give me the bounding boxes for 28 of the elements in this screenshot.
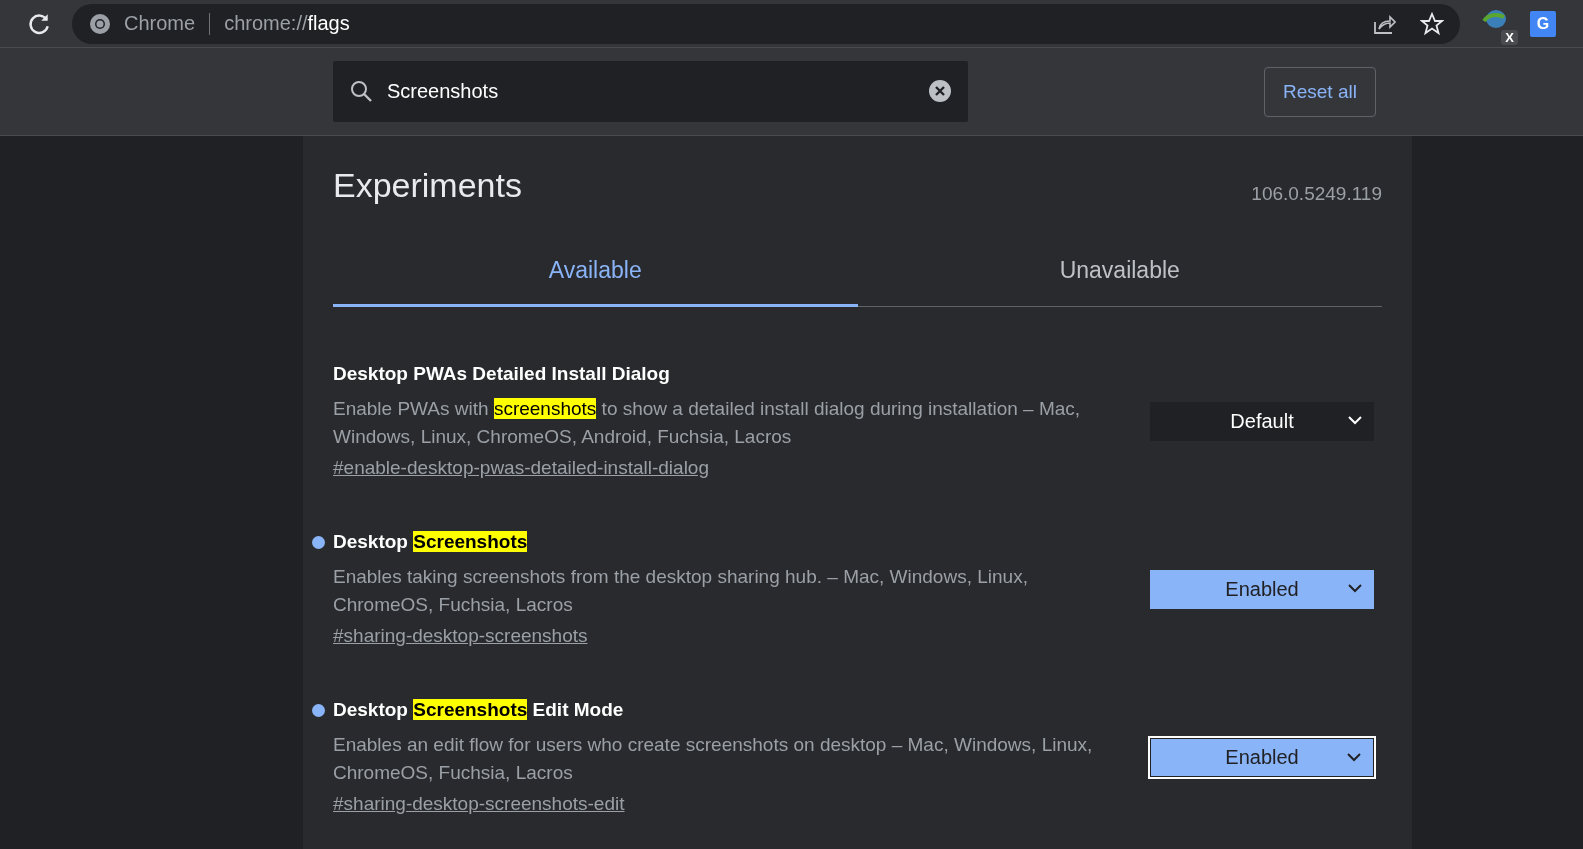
page-title: Experiments xyxy=(333,166,522,205)
url-text: chrome://flags xyxy=(224,12,350,35)
chrome-logo-icon xyxy=(88,11,112,36)
clear-icon[interactable] xyxy=(928,79,952,103)
flag-link[interactable]: #sharing-desktop-screenshots xyxy=(333,625,588,647)
chevron-down-icon xyxy=(1347,751,1361,762)
reset-all-button[interactable]: Reset all xyxy=(1264,66,1376,117)
flag-dropdown[interactable]: Enabled xyxy=(1150,569,1374,609)
tab[interactable]: Available xyxy=(333,239,858,307)
translate-icon[interactable]: G xyxy=(1530,10,1556,37)
flag-link[interactable]: #enable-desktop-pwas-detailed-install-dialog xyxy=(333,457,709,479)
chevron-down-icon xyxy=(1348,414,1362,425)
flag-dropdown[interactable]: Enabled xyxy=(1150,737,1374,777)
flag-description: Enable PWAs with screenshots to show a detailed install dialog during installation – Mac, Windows, Linux, ChromeOS, Android, Fuchsia, Lacros xyxy=(333,397,1082,449)
flag-description: Enables taking screenshots from the desktop sharing hub. – Mac, Windows, Linux, ChromeOS, Fuchsia, Lacros xyxy=(333,565,1029,617)
flag-title: Desktop Screenshots xyxy=(333,531,529,553)
flag-link[interactable]: #sharing-desktop-screenshots-edit xyxy=(333,793,625,815)
version-text: 106.0.5249.119 xyxy=(1251,183,1382,205)
flag-title: Desktop Screenshots Edit Mode xyxy=(333,699,625,721)
flag-dropdown[interactable]: Default xyxy=(1150,401,1374,441)
flag-description: Enables an edit flow for users who create screenshots on desktop – Mac, Windows, Linux, ChromeOS, Fuchsia, Lacros xyxy=(333,733,1094,785)
flag-title: Desktop PWAs Detailed Install Dialog xyxy=(333,363,671,385)
site-label: Chrome xyxy=(124,12,196,35)
address-bar[interactable]: Chrome chrome://flags xyxy=(72,3,1460,44)
chevron-down-icon xyxy=(1348,582,1362,593)
tab[interactable]: Unavailable xyxy=(857,239,1382,307)
search-field[interactable]: Screenshots xyxy=(333,61,968,122)
star-icon[interactable] xyxy=(1420,11,1444,36)
